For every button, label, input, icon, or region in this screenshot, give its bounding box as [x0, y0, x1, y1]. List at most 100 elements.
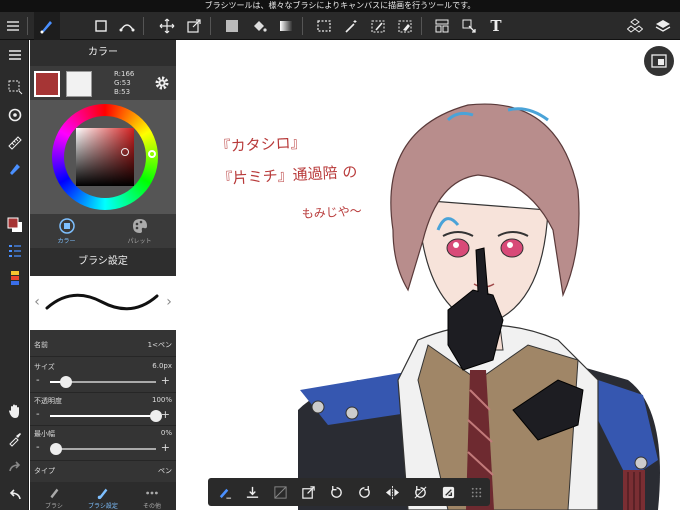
layout-icon[interactable]: [429, 12, 455, 40]
palette-list-icon[interactable]: [2, 265, 27, 290]
rotate-reset-icon[interactable]: [406, 478, 434, 506]
min-width-increase-button[interactable]: +: [161, 441, 170, 454]
min-width-decrease-button[interactable]: -: [36, 442, 40, 453]
text-tool-label: T: [490, 17, 502, 35]
navigator-button[interactable]: [644, 46, 674, 76]
magic-wand-icon[interactable]: [338, 12, 364, 40]
layer-menu-icon[interactable]: [2, 42, 27, 67]
min-width-slider[interactable]: - +: [30, 441, 176, 457]
row-divider: [30, 356, 176, 357]
saturation-value-square[interactable]: [76, 128, 134, 186]
left-tool-strip: [0, 40, 29, 510]
brush-list-icon[interactable]: [2, 238, 27, 263]
character-illustration: [298, 103, 660, 510]
rgb-readout: R:166 G:53 B:53: [114, 70, 134, 97]
green-value: G:53: [114, 79, 131, 87]
type-label: タイプ: [34, 467, 55, 475]
transform-tool-icon[interactable]: [181, 12, 207, 40]
red-value: R:166: [114, 70, 135, 78]
flip-horizontal-icon[interactable]: [378, 478, 406, 506]
tab-palette[interactable]: パレット: [103, 214, 176, 248]
brush-stroke-preview[interactable]: ‹ ›: [30, 276, 176, 330]
toolbar-divider: [421, 17, 422, 35]
dropper-icon[interactable]: [2, 426, 27, 451]
shape-tool-icon[interactable]: [88, 12, 114, 40]
canvas-quick-bar: [208, 478, 490, 506]
crop-clear-icon[interactable]: [266, 478, 294, 506]
opacity-increase-button[interactable]: +: [161, 408, 170, 421]
tab-brush[interactable]: ブラシ: [30, 482, 78, 510]
gear-icon[interactable]: [154, 75, 170, 91]
hand-icon[interactable]: [2, 398, 27, 423]
type-value: ペン: [158, 467, 172, 475]
brush-name-value: 1<ペン: [147, 341, 172, 349]
select-pen-icon[interactable]: [365, 12, 391, 40]
color-panel-title: カラー: [30, 40, 176, 66]
text-tool-icon[interactable]: T: [483, 12, 509, 40]
tip-bar: ブラシツールは、様々なブラシによりキャンバスに描画を行うツールです。: [0, 0, 680, 12]
ruler-icon[interactable]: [2, 130, 27, 155]
size-slider[interactable]: - +: [30, 374, 176, 390]
rotate-left-icon[interactable]: [322, 478, 350, 506]
sv-cursor[interactable]: [121, 148, 129, 156]
bucket-icon[interactable]: [246, 12, 272, 40]
next-brush-arrow-icon[interactable]: ›: [164, 294, 174, 310]
undo-icon[interactable]: [2, 482, 27, 507]
filter-icon[interactable]: [434, 478, 462, 506]
blue-value: B:53: [114, 88, 131, 96]
drawing-canvas[interactable]: 『カタシロ』 『片ミチ』通過陪 の もみじや〜: [176, 40, 680, 510]
rotate-right-icon[interactable]: [350, 478, 378, 506]
brush-fill-icon[interactable]: [210, 478, 238, 506]
hue-cursor[interactable]: [148, 150, 156, 158]
color-wheel-area: [30, 100, 176, 214]
brush-tool-icon[interactable]: [34, 12, 60, 40]
grid-icon[interactable]: [462, 478, 490, 506]
min-width-slider-knob[interactable]: [50, 443, 62, 455]
size-decrease-button[interactable]: -: [36, 375, 40, 386]
move-tool-icon[interactable]: [154, 12, 180, 40]
brush-icon: [50, 488, 59, 499]
layers-icon[interactable]: [650, 12, 676, 40]
size-increase-button[interactable]: +: [161, 374, 170, 387]
download-icon[interactable]: [238, 478, 266, 506]
export-icon[interactable]: [294, 478, 322, 506]
select-eraser-icon[interactable]: [392, 12, 418, 40]
main-color-swatch[interactable]: [34, 71, 60, 97]
operation-icon[interactable]: [456, 12, 482, 40]
tab-palette-label: パレット: [127, 238, 152, 245]
prev-brush-arrow-icon[interactable]: ‹: [32, 294, 42, 310]
sub-color-swatch[interactable]: [66, 71, 92, 97]
materials-icon[interactable]: [622, 12, 648, 40]
selection-icon[interactable]: [2, 74, 27, 99]
panel-bottom-tabs: ブラシ ブラシ設定 その他: [30, 482, 176, 510]
size-slider-knob[interactable]: [59, 376, 72, 388]
color-tabs: カラー パレット: [30, 214, 176, 248]
menu-icon[interactable]: [0, 12, 26, 40]
curve-tool-icon[interactable]: [114, 12, 140, 40]
opacity-slider[interactable]: - +: [30, 408, 176, 424]
fill-color-icon[interactable]: [219, 12, 245, 40]
tab-other[interactable]: その他: [128, 482, 176, 510]
toolbar-divider: [143, 17, 144, 35]
redo-icon[interactable]: [2, 454, 27, 479]
size-value: 6.0px: [152, 362, 172, 370]
opacity-decrease-button[interactable]: -: [36, 409, 40, 420]
min-width-label: 最小幅: [34, 430, 55, 438]
brush-name-row[interactable]: 名前 1<ペン: [30, 336, 176, 358]
navigator-icon: [651, 54, 667, 68]
brush-name-label: 名前: [34, 341, 48, 349]
more-icon: [146, 491, 158, 495]
select-rect-icon[interactable]: [311, 12, 337, 40]
tab-color[interactable]: カラー: [30, 214, 103, 248]
brush-settings-icon: [97, 488, 108, 500]
gradient-icon[interactable]: [273, 12, 299, 40]
tab-brush-settings[interactable]: ブラシ設定: [78, 482, 128, 510]
color-toggle-icon[interactable]: [2, 212, 27, 237]
type-row[interactable]: タイプ ペン: [30, 462, 176, 484]
snap-icon[interactable]: [2, 102, 27, 127]
size-label: サイズ: [34, 363, 55, 371]
opacity-label: 不透明度: [34, 397, 62, 405]
toolbar-divider: [27, 17, 28, 35]
eyedropper-pen-icon[interactable]: [2, 155, 27, 180]
color-wheel-icon: [58, 218, 75, 234]
